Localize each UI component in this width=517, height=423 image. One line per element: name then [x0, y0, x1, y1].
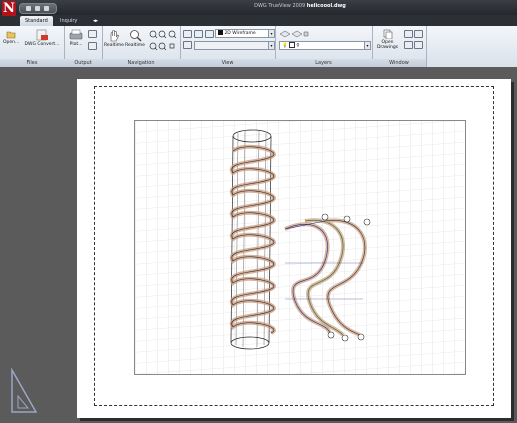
tab-standard[interactable]: Standard — [20, 16, 53, 26]
view-icon-4[interactable] — [183, 41, 192, 49]
panel-files-label: Files — [0, 59, 64, 67]
open-label: Open... — [3, 40, 20, 45]
ribbon-tab-row: Standard Inquiry ◂▸ — [0, 15, 517, 26]
view-icon-2[interactable] — [194, 30, 203, 38]
panel-layers: 💡 0 ▾ Layers — [275, 26, 373, 67]
plot-preview-icon[interactable] — [88, 30, 97, 38]
panel-view: 2D Wireframe ▾ ▾ View — [180, 26, 276, 67]
panel-window: Open Drawings Window — [372, 26, 427, 67]
plot-icon — [69, 29, 83, 40]
panel-files: Open... DWG Convert... Files — [0, 26, 65, 67]
title-bar: N DWG TrueView 2009 helicoool.dwg — [0, 0, 517, 16]
page-setup-icon[interactable] — [88, 42, 97, 50]
arrange-icon[interactable] — [414, 41, 423, 49]
panel-output: Plot... Output — [64, 26, 103, 67]
wireframe-swatch-icon — [218, 30, 223, 35]
layer-value: 0 — [296, 43, 300, 49]
quick-access-toolbar[interactable] — [19, 3, 57, 14]
chevron-down-icon: ▾ — [364, 42, 370, 49]
panel-view-label: View — [180, 59, 275, 67]
visual-style-value: 2D Wireframe — [224, 31, 256, 36]
helix-drawing — [135, 121, 465, 374]
chevron-down-icon: ▾ — [268, 30, 274, 37]
view-icon-3[interactable] — [205, 30, 214, 38]
grid — [135, 121, 465, 374]
window-title-app: DWG TrueView 2009 — [254, 3, 306, 9]
qat-open-icon[interactable] — [26, 6, 31, 11]
layers-icon[interactable] — [279, 29, 309, 38]
plot-button[interactable]: Plot... — [67, 29, 85, 47]
realtime-zoom-button[interactable]: Realtime — [125, 29, 145, 48]
panel-layers-label: Layers — [275, 59, 372, 67]
drawing-workspace[interactable] — [0, 67, 517, 423]
drawing-viewport[interactable] — [134, 120, 466, 375]
open-button[interactable]: Open... — [3, 29, 19, 45]
ucs-icon — [11, 368, 38, 413]
tile-horizontal-icon[interactable] — [414, 30, 423, 38]
dwg-convert-icon — [36, 29, 48, 41]
zoom-tools-icons[interactable] — [148, 29, 178, 55]
pan-icon — [110, 30, 119, 42]
tab-inquiry[interactable]: Inquiry — [55, 16, 82, 26]
ribbon: Open... DWG Convert... Files Plot... Out… — [0, 26, 517, 68]
open-drawings-button[interactable]: Open Drawings — [374, 29, 401, 50]
panel-navigation-label: Navigation — [102, 59, 180, 67]
open-drawings-icon — [383, 29, 392, 39]
open-icon — [6, 31, 16, 39]
panel-window-label: Window — [372, 59, 426, 67]
app-logo[interactable]: N — [2, 1, 16, 16]
realtime-zoom-label: Realtime — [125, 43, 145, 48]
dwg-convert-button[interactable]: DWG Convert... — [23, 29, 61, 47]
zoom-icon — [129, 30, 141, 42]
realtime-pan-button[interactable]: Realtime — [104, 29, 124, 48]
view-icon-1[interactable] — [183, 30, 192, 38]
qat-dropdown-icon[interactable] — [44, 6, 49, 11]
chevron-down-icon: ▾ — [268, 42, 274, 49]
cascade-icon[interactable] — [404, 41, 413, 49]
layer-select[interactable]: 💡 0 ▾ — [279, 41, 371, 50]
window-title-file: helicoool.dwg — [306, 3, 346, 9]
named-view-select[interactable]: ▾ — [194, 41, 275, 50]
plot-label: Plot... — [69, 42, 83, 47]
window-title: DWG TrueView 2009 helicoool.dwg — [200, 3, 400, 9]
tile-vertical-icon[interactable] — [404, 30, 413, 38]
open-drawings-label: Open Drawings — [376, 40, 399, 50]
ribbon-minimize-icon[interactable]: ◂▸ — [88, 16, 106, 26]
panel-output-label: Output — [64, 59, 102, 67]
panel-navigation: Realtime Realtime Navigation — [102, 26, 181, 67]
layer-bulb-icon: 💡 — [282, 43, 288, 49]
paper-layout — [77, 79, 511, 418]
realtime-pan-label: Realtime — [104, 43, 124, 48]
visual-style-select[interactable]: 2D Wireframe ▾ — [215, 29, 275, 38]
qat-print-icon[interactable] — [35, 6, 40, 11]
layer-color-icon — [289, 42, 296, 48]
dwg-convert-label: DWG Convert... — [24, 42, 60, 47]
